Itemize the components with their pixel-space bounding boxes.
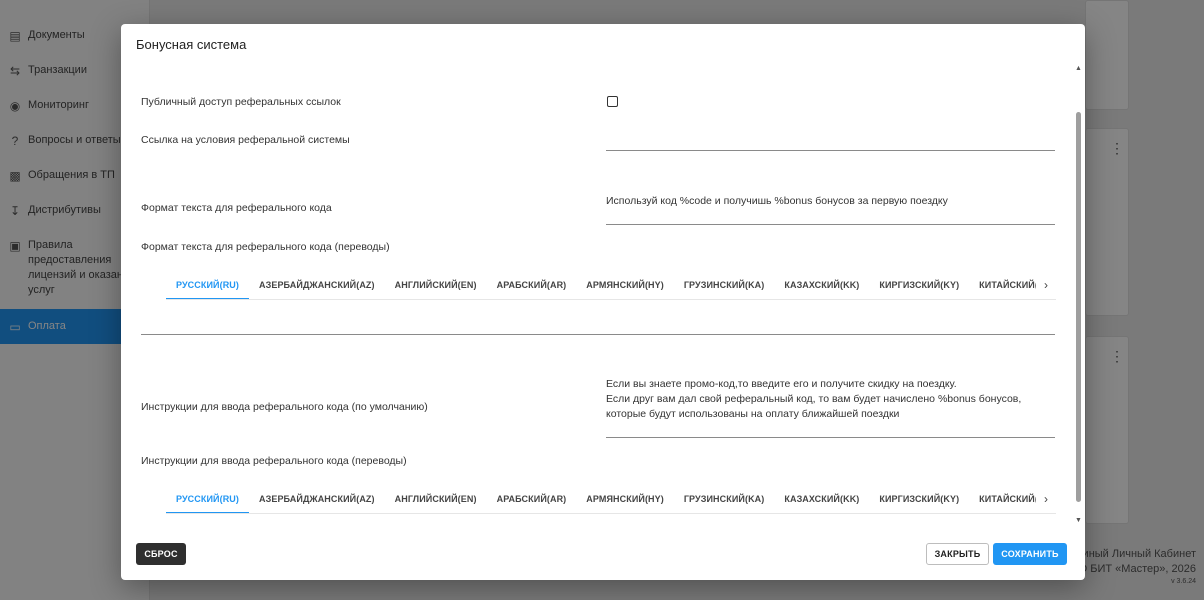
chevron-right-icon[interactable]: › (1036, 484, 1056, 513)
public-access-checkbox[interactable] (607, 96, 618, 107)
dialog-scrollbar[interactable]: ▲ ▼ (1074, 64, 1083, 526)
code-format-label: Формат текста для реферального кода (141, 202, 332, 214)
terms-link-input[interactable] (606, 150, 1055, 151)
language-tabs: РУССКИЙ(RU) АЗЕРБАЙДЖАНСКИЙ(AZ) АНГЛИЙСКИЙ… (166, 270, 1056, 300)
tab-language[interactable]: АРАБСКИЙ(AR) (487, 270, 577, 299)
tab-language[interactable]: РУССКИЙ(RU) (166, 270, 250, 299)
bonus-system-dialog: Бонусная система Публичный доступ рефера… (121, 24, 1085, 580)
save-button[interactable]: СОХРАНИТЬ (993, 543, 1067, 565)
translation-input[interactable] (141, 334, 1055, 335)
tab-language[interactable]: АРАБСКИЙ(AR) (487, 484, 577, 513)
chevron-right-icon[interactable]: › (1036, 270, 1056, 299)
tab-language[interactable]: АРМЯНСКИЙ(HY) (576, 484, 674, 513)
tab-language[interactable]: ГРУЗИНСКИЙ(KA) (674, 270, 775, 299)
instructions-line-1: Если вы знаете промо-код,то введите его … (606, 378, 957, 390)
instructions-translations-label: Инструкции для ввода реферального кода (… (141, 455, 407, 467)
tab-language[interactable]: КИРГИЗСКИЙ(KY) (869, 270, 969, 299)
tab-language[interactable]: РУССКИЙ(RU) (166, 484, 250, 513)
dialog-content: Публичный доступ реферальных ссылок Ссыл… (121, 64, 1085, 526)
tab-language[interactable]: АЗЕРБАЙДЖАНСКИЙ(AZ) (249, 484, 385, 513)
tab-language[interactable]: ГРУЗИНСКИЙ(KA) (674, 484, 775, 513)
code-format-translations-label: Формат текста для реферального кода (пер… (141, 241, 390, 253)
tab-language[interactable]: АНГЛИЙСКИЙ(EN) (385, 270, 487, 299)
reset-button[interactable]: СБРОС (136, 543, 186, 565)
tab-language[interactable]: КАЗАХСКИЙ(KK) (774, 484, 869, 513)
tab-language[interactable]: АРМЯНСКИЙ(HY) (576, 270, 674, 299)
tab-language[interactable]: КИРГИЗСКИЙ(KY) (869, 484, 969, 513)
instructions-line-2: Если друг вам дал свой реферальный код, … (606, 393, 1022, 420)
scrollbar-thumb[interactable] (1076, 112, 1081, 502)
code-format-input[interactable]: Используй код %code и получишь %bonus бо… (606, 194, 1056, 209)
close-button[interactable]: ЗАКРЫТЬ (926, 543, 989, 565)
terms-link-label: Ссылка на условия реферальной системы (141, 134, 350, 146)
language-tabs: РУССКИЙ(RU) АЗЕРБАЙДЖАНСКИЙ(AZ) АНГЛИЙСКИЙ… (166, 484, 1056, 514)
scroll-up-icon[interactable]: ▲ (1074, 64, 1083, 74)
public-access-label: Публичный доступ реферальных ссылок (141, 96, 341, 108)
tab-language[interactable]: КАЗАХСКИЙ(KK) (774, 270, 869, 299)
code-format-underline (606, 224, 1055, 225)
tab-language[interactable]: АЗЕРБАЙДЖАНСКИЙ(AZ) (249, 270, 385, 299)
instructions-label: Инструкции для ввода реферального кода (… (141, 401, 428, 413)
instructions-input[interactable]: Если вы знаете промо-код,то введите его … (606, 377, 1056, 422)
scroll-down-icon[interactable]: ▼ (1074, 516, 1083, 526)
dialog-title: Бонусная система (136, 37, 247, 52)
instructions-underline (606, 437, 1055, 438)
tab-language[interactable]: АНГЛИЙСКИЙ(EN) (385, 484, 487, 513)
